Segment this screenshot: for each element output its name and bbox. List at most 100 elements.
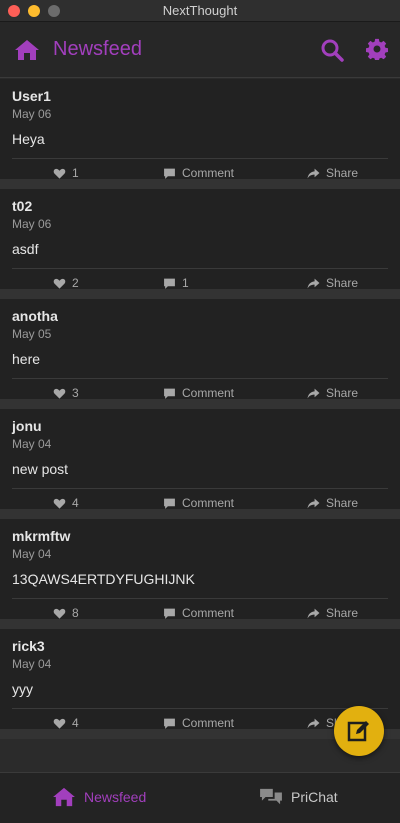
post-content: yyy [12,681,33,697]
post-divider [12,378,388,379]
post-card[interactable]: User1 May 06 Heya 1 Comment Share [0,79,400,189]
like-count: 8 [72,606,79,620]
post-divider [12,708,388,709]
comment-label: Comment [182,496,235,510]
post-card[interactable]: mkrmftw May 04 13QAWS4ERTDYFUGHIJNK 8 Co… [0,519,400,629]
comment-icon [164,278,175,289]
nav-newsfeed[interactable]: Newsfeed [52,787,146,807]
search-icon[interactable] [320,38,344,62]
heart-icon [53,608,66,619]
share-button[interactable]: Share [307,605,358,621]
post-card[interactable]: t02 May 06 asdf 2 1 Share [0,189,400,299]
post-author[interactable]: t02 [12,198,32,214]
edit-icon [347,721,369,742]
share-button[interactable]: Share [307,275,358,291]
post-actions: 1 Comment Share [0,165,400,181]
like-count: 3 [72,386,79,400]
comment-icon [164,608,175,619]
nav-prichat[interactable]: PriChat [259,787,338,807]
chat-icon [260,788,282,805]
post-card[interactable]: anotha May 05 here 3 Comment Share [0,299,400,409]
share-icon [307,608,320,618]
share-label: Share [326,166,359,180]
nav-newsfeed-label: Newsfeed [84,789,147,805]
post-author[interactable]: mkrmftw [12,528,70,544]
heart-icon [53,278,66,289]
nav-prichat-label: PriChat [291,789,338,805]
post-author[interactable]: jonu [12,418,42,434]
like-button[interactable]: 2 [53,275,79,291]
comment-button[interactable]: Comment [163,605,234,621]
post-actions: 4 Comment Share [0,495,400,511]
share-icon [307,388,320,398]
post-card[interactable]: jonu May 04 new post 4 Comment Share [0,409,400,519]
like-count: 4 [72,496,79,510]
post-date: May 04 [12,657,52,671]
comment-label: Comment [182,386,235,400]
like-button[interactable]: 1 [53,165,79,181]
share-icon [307,168,320,178]
post-date: May 04 [12,547,52,561]
home-icon [53,787,75,807]
page-title: Newsfeed [53,38,142,60]
comment-icon [164,718,175,729]
share-label: Share [326,276,359,290]
post-date: May 06 [12,107,52,121]
post-date: May 04 [12,437,52,451]
post-actions: 3 Comment Share [0,385,400,401]
heart-icon [53,498,66,509]
home-icon[interactable] [14,39,40,61]
compose-post-button[interactable] [334,706,384,756]
post-author[interactable]: User1 [12,88,51,104]
comment-button[interactable]: Comment [163,715,234,731]
like-count: 1 [72,166,79,180]
post-content: 13QAWS4ERTDYFUGHIJNK [12,571,195,587]
post-date: May 06 [12,217,52,231]
post-date: May 05 [12,327,52,341]
share-icon [307,718,320,728]
post-divider [12,488,388,489]
comment-button[interactable]: Comment [163,495,234,511]
share-icon [307,278,320,288]
heart-icon [53,718,66,729]
comment-label: Comment [182,166,235,180]
comment-button[interactable]: Comment [163,165,234,181]
post-content: new post [12,461,69,477]
like-count: 2 [72,276,79,290]
post-author[interactable]: anotha [12,308,58,324]
newsfeed-list[interactable]: User1 May 06 Heya 1 Comment Share t02 Ma… [0,79,400,772]
like-button[interactable]: 3 [53,385,79,401]
app-header: Newsfeed [0,22,400,78]
window-title: NextThought [162,3,238,18]
comment-icon [164,498,175,509]
post-actions: 8 Comment Share [0,605,400,621]
share-button[interactable]: Share [307,495,358,511]
share-icon [307,498,320,508]
comment-label: 1 [182,276,189,290]
comment-label: Comment [182,606,235,620]
post-author[interactable]: rick3 [12,638,45,654]
share-button[interactable]: Share [307,385,358,401]
gear-icon[interactable] [366,38,388,60]
share-label: Share [326,606,359,620]
post-actions: 2 1 Share [0,275,400,291]
like-button[interactable]: 4 [53,715,79,731]
share-label: Share [326,386,359,400]
like-button[interactable]: 8 [53,605,79,621]
heart-icon [53,388,66,399]
heart-icon [53,168,66,179]
post-content: here [12,351,41,367]
comment-button[interactable]: Comment [163,385,234,401]
comment-icon [164,168,175,179]
share-button[interactable]: Share [307,165,358,181]
post-content: asdf [12,241,39,257]
post-divider [12,598,388,599]
comment-button[interactable]: 1 [163,275,189,291]
post-content: Heya [12,131,45,147]
bottom-navigation: Newsfeed PriChat [0,772,400,823]
post-divider [12,268,388,269]
post-divider [12,158,388,159]
window-titlebar: NextThought [0,0,400,22]
like-button[interactable]: 4 [53,495,79,511]
comment-label: Comment [182,716,235,730]
